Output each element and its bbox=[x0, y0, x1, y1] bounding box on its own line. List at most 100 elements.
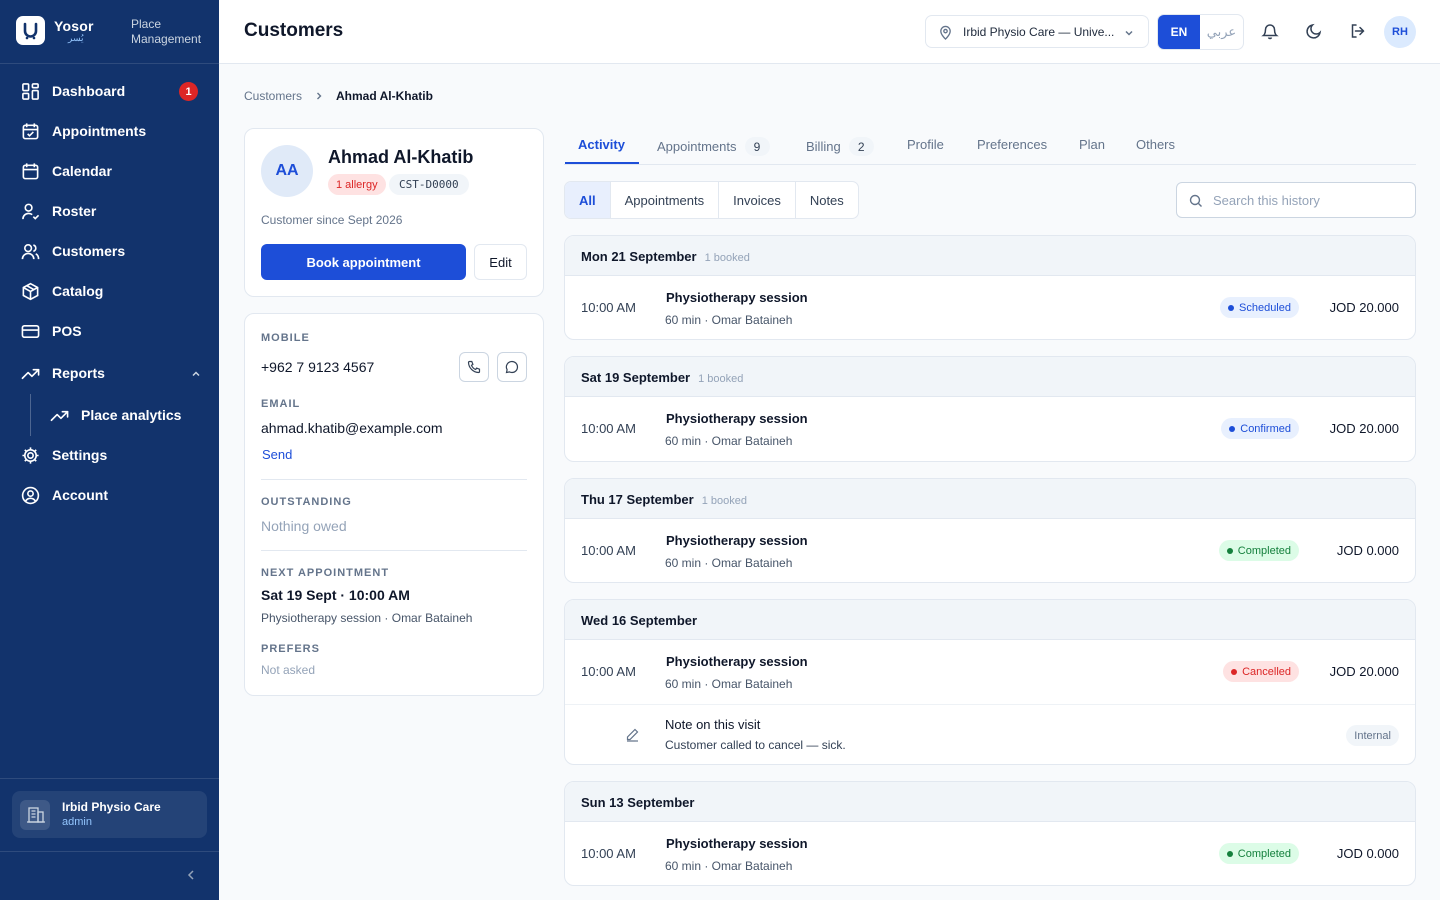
sidebar-item-pos[interactable]: POS bbox=[0, 312, 219, 350]
appointment-price: JOD 20.000 bbox=[1329, 664, 1399, 679]
filter-invoices[interactable]: Invoices bbox=[719, 182, 796, 218]
tab-preferences[interactable]: Preferences bbox=[977, 137, 1047, 152]
chevron-up-icon[interactable] bbox=[190, 368, 202, 380]
history-day-group: Sat 19 September 1 booked 10:00 AM Physio… bbox=[564, 356, 1416, 462]
appointment-row[interactable]: 10:00 AM Physiotherapy session 60 min · … bbox=[565, 276, 1415, 339]
customer-tabs: Activity Appointments 9 Billing 2 Profile … bbox=[564, 128, 1416, 165]
users-icon bbox=[21, 244, 40, 260]
tab-label: Others bbox=[1136, 137, 1176, 152]
collapse-sidebar-icon[interactable] bbox=[183, 866, 199, 884]
logout-icon[interactable] bbox=[1349, 22, 1367, 40]
language-en-button[interactable]: EN bbox=[1158, 15, 1200, 49]
appointment-row[interactable]: 10:00 AM Physiotherapy session 60 min · … bbox=[565, 822, 1415, 885]
sidebar-item-dashboard[interactable]: Dashboard 1 bbox=[0, 72, 219, 110]
search-icon bbox=[1189, 194, 1202, 207]
filter-notes[interactable]: Notes bbox=[796, 182, 858, 218]
status-badge: Completed bbox=[1218, 843, 1299, 864]
brand: Yosor يُسر Place Management bbox=[0, 0, 219, 64]
day-header: Sat 19 September 1 booked bbox=[565, 357, 1415, 397]
sidebar-item-label: Calendar bbox=[52, 163, 112, 179]
status-badge: Scheduled bbox=[1220, 297, 1299, 318]
mobile-value: +962 7 9123 4567 bbox=[261, 359, 375, 375]
sidebar-item-account[interactable]: Account bbox=[0, 476, 219, 514]
tab-billing[interactable]: Billing 2 bbox=[806, 137, 874, 156]
gear-icon bbox=[22, 447, 39, 464]
appointment-meta: 60 min · Omar Bataineh bbox=[665, 434, 793, 448]
history-search bbox=[1176, 182, 1416, 218]
sidebar-item-settings[interactable]: Settings bbox=[0, 436, 219, 474]
chevron-down-icon bbox=[1125, 30, 1133, 36]
filter-all[interactable]: All bbox=[565, 182, 611, 218]
user-avatar[interactable]: RH bbox=[1384, 16, 1416, 48]
trend-icon bbox=[50, 410, 69, 422]
history-day-group: Sun 13 September 10:00 AM Physiotherapy … bbox=[564, 781, 1416, 886]
divider bbox=[0, 778, 219, 779]
visit-note[interactable]: Note on this visit Customer called to ca… bbox=[565, 704, 1415, 764]
day-title: Sun 13 September bbox=[581, 795, 694, 810]
day-header: Thu 17 September 1 booked bbox=[565, 479, 1415, 519]
user-circle-icon bbox=[21, 486, 40, 505]
allergy-badge[interactable]: 1 allergy bbox=[328, 174, 386, 195]
search-input[interactable] bbox=[1213, 183, 1409, 217]
edit-button[interactable]: Edit bbox=[474, 244, 527, 280]
moon-icon[interactable] bbox=[1305, 22, 1323, 40]
appointment-service: Physiotherapy session bbox=[666, 654, 808, 669]
sidebar-item-roster[interactable]: Roster bbox=[0, 192, 219, 230]
tab-plan[interactable]: Plan bbox=[1079, 137, 1105, 152]
appointment-row[interactable]: 10:00 AM Physiotherapy session 60 min · … bbox=[565, 519, 1415, 582]
notification-badge: 1 bbox=[179, 82, 198, 101]
tab-activity[interactable]: Activity bbox=[578, 137, 625, 152]
sidebar-item-calendar[interactable]: Calendar bbox=[0, 152, 219, 190]
tab-label: Billing bbox=[806, 139, 841, 154]
box-icon bbox=[22, 282, 39, 301]
day-date: Sat 19 September bbox=[581, 370, 691, 385]
sidebar-item-label: Dashboard bbox=[52, 83, 126, 99]
chevron-right-icon bbox=[317, 92, 322, 100]
tab-others[interactable]: Others bbox=[1136, 137, 1175, 152]
sidebar-item-reports[interactable]: Reports bbox=[0, 354, 219, 392]
tab-profile[interactable]: Profile bbox=[907, 137, 944, 152]
sidebar-item-customers[interactable]: Customers bbox=[0, 232, 219, 270]
divider bbox=[261, 550, 527, 551]
appointment-meta: 60 min · Omar Bataineh bbox=[665, 677, 793, 691]
day-booked-count: 1 booked bbox=[704, 252, 750, 264]
sidebar-item-label: Place analytics bbox=[81, 407, 182, 423]
tab-count: 9 bbox=[744, 137, 770, 156]
appointment-row[interactable]: 10:00 AM Physiotherapy session 60 min · … bbox=[565, 640, 1415, 703]
phone-icon bbox=[467, 360, 481, 374]
send-email-link[interactable]: Send bbox=[262, 447, 292, 462]
day-title: Thu 17 September 1 booked bbox=[581, 492, 747, 507]
filter-appointments[interactable]: Appointments bbox=[611, 182, 720, 218]
bell-icon[interactable] bbox=[1261, 22, 1279, 40]
breadcrumb-customers-link[interactable]: Customers bbox=[244, 89, 302, 103]
appointment-row[interactable]: 10:00 AM Physiotherapy session 60 min · … bbox=[565, 397, 1415, 460]
divider bbox=[0, 851, 219, 852]
calendar-icon bbox=[22, 163, 39, 180]
tab-label: Activity bbox=[578, 137, 625, 152]
appointment-price: JOD 20.000 bbox=[1329, 300, 1399, 315]
sidebar-item-label: Customers bbox=[52, 243, 126, 259]
map-pin-icon bbox=[940, 25, 951, 40]
active-tab-indicator bbox=[565, 162, 639, 164]
appointment-price: JOD 0.000 bbox=[1336, 846, 1399, 861]
tab-label: Profile bbox=[907, 137, 944, 152]
place-selector[interactable]: Irbid Physio Care — Unive... bbox=[925, 15, 1149, 48]
sidebar-item-label: Reports bbox=[52, 365, 105, 381]
next-appointment-label: NEXT APPOINTMENT bbox=[261, 567, 390, 579]
appointment-time: 10:00 AM bbox=[581, 543, 636, 558]
language-ar-button[interactable]: عربي bbox=[1200, 15, 1243, 49]
place-selector-value: Irbid Physio Care — Unive... bbox=[963, 25, 1115, 39]
book-appointment-button[interactable]: Book appointment bbox=[261, 244, 466, 280]
chat-icon bbox=[505, 360, 519, 374]
call-button[interactable] bbox=[459, 352, 489, 382]
sidebar-item-appointments[interactable]: Appointments bbox=[0, 112, 219, 150]
day-title: Wed 16 September bbox=[581, 613, 697, 628]
place-switcher[interactable]: Irbid Physio Care admin bbox=[12, 791, 207, 838]
sidebar-item-place-analytics[interactable]: Place analytics bbox=[0, 396, 219, 434]
message-button[interactable] bbox=[497, 352, 527, 382]
page-title: Customers bbox=[244, 20, 344, 41]
note-text: Customer called to cancel — sick. bbox=[665, 738, 846, 752]
tab-appointments[interactable]: Appointments 9 bbox=[657, 137, 770, 156]
sidebar-item-catalog[interactable]: Catalog bbox=[0, 272, 219, 310]
sidebar-item-label: Account bbox=[52, 487, 108, 503]
